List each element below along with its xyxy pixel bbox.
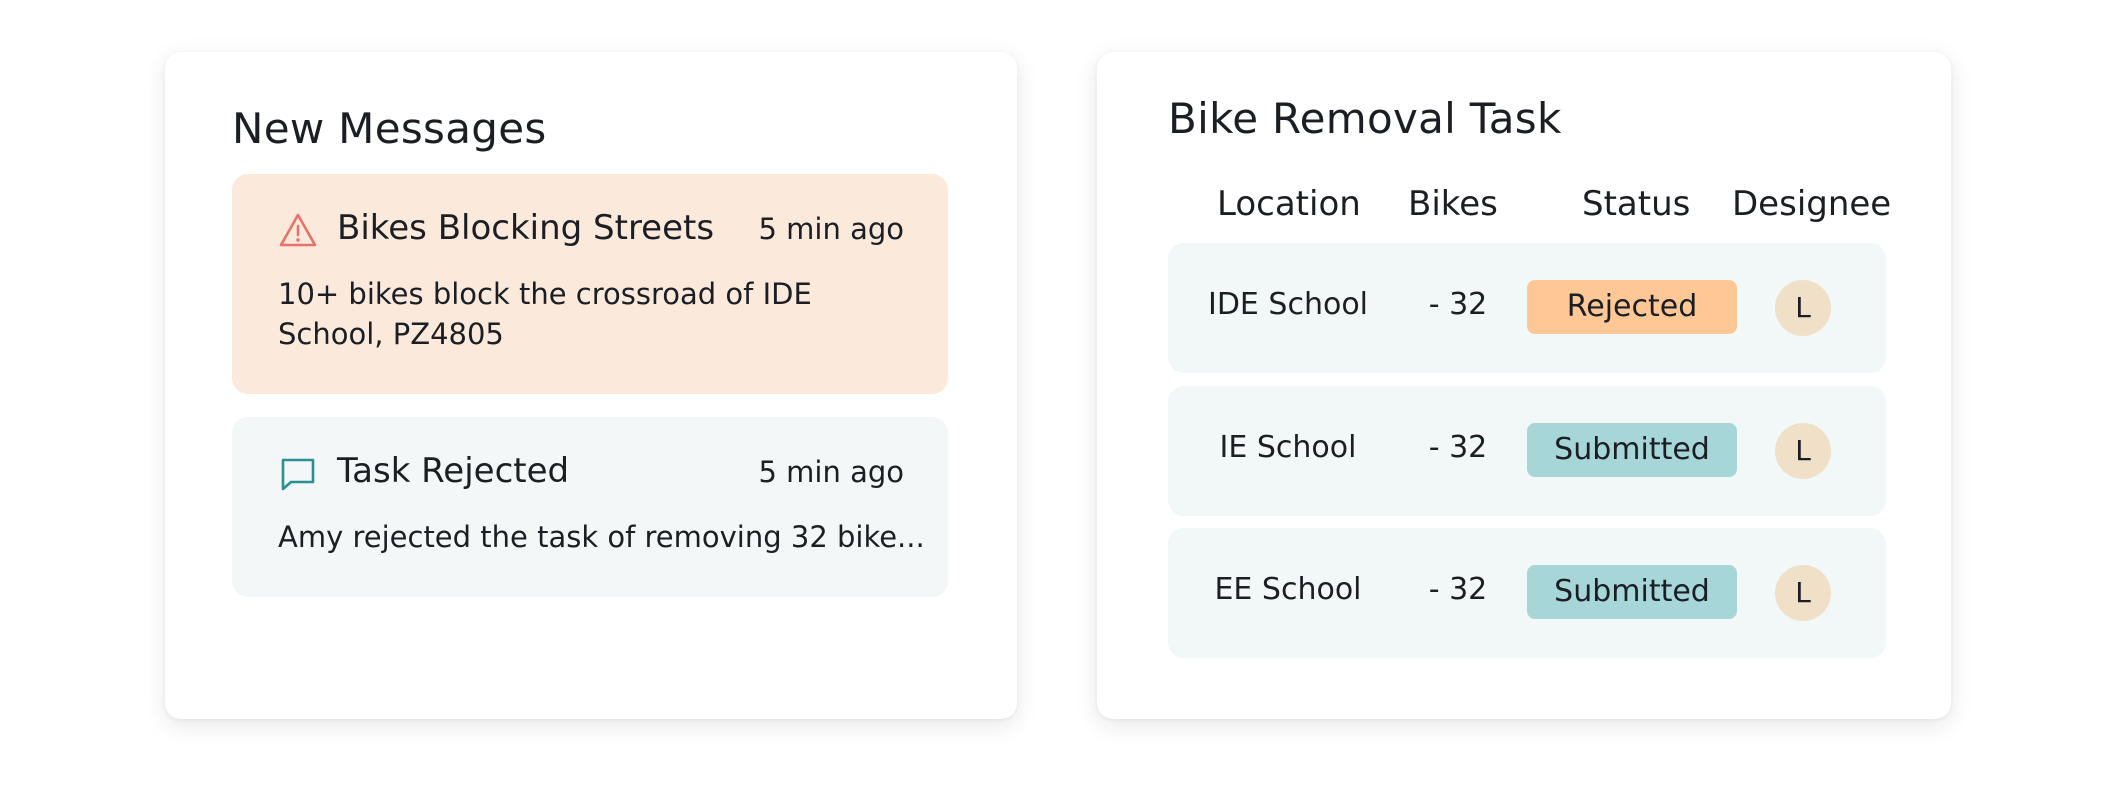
bikes-cell: - 32 <box>1428 430 1488 465</box>
task-title: Bike Removal Task <box>1168 94 1562 143</box>
status-badge: Submitted <box>1527 565 1737 619</box>
bikes-cell: - 32 <box>1428 287 1488 322</box>
message-body: Amy rejected the task of removing 32 bik… <box>278 520 925 554</box>
status-badge: Submitted <box>1527 423 1737 477</box>
bikes-cell: - 32 <box>1428 572 1488 607</box>
new-messages-card: New Messages Bikes Blocking Streets 5 mi… <box>165 52 1017 719</box>
message-body: 10+ bikes block the crossroad of IDE Sch… <box>278 277 812 351</box>
designee-avatar[interactable]: L <box>1775 423 1831 479</box>
table-row[interactable]: IE School - 32 Submitted L <box>1168 386 1886 516</box>
table-row[interactable]: IDE School - 32 Rejected L <box>1168 243 1886 373</box>
message-title: Bikes Blocking Streets <box>337 208 715 248</box>
message-time: 5 min ago <box>758 455 905 489</box>
column-header-status: Status <box>1582 184 1691 224</box>
designee-avatar[interactable]: L <box>1775 280 1831 336</box>
messages-title: New Messages <box>232 104 547 153</box>
bike-removal-task-card: Bike Removal Task Location Bikes Status … <box>1097 52 1951 719</box>
message-time: 5 min ago <box>758 212 905 246</box>
message-task-rejected[interactable]: Task Rejected 5 min ago Amy rejected the… <box>232 417 948 597</box>
column-header-designee: Designee <box>1732 184 1892 224</box>
column-header-location: Location <box>1217 184 1361 224</box>
status-badge: Rejected <box>1527 280 1737 334</box>
message-bikes-blocking-streets[interactable]: Bikes Blocking Streets 5 min ago 10+ bik… <box>232 174 948 394</box>
message-title: Task Rejected <box>337 451 570 491</box>
table-row[interactable]: EE School - 32 Submitted L <box>1168 528 1886 658</box>
chat-icon <box>278 454 318 494</box>
location-cell: EE School <box>1214 572 1362 607</box>
warning-icon <box>278 211 318 251</box>
column-header-bikes: Bikes <box>1408 184 1498 224</box>
location-cell: IDE School <box>1207 287 1369 322</box>
designee-avatar[interactable]: L <box>1775 565 1831 621</box>
location-cell: IE School <box>1219 430 1357 465</box>
